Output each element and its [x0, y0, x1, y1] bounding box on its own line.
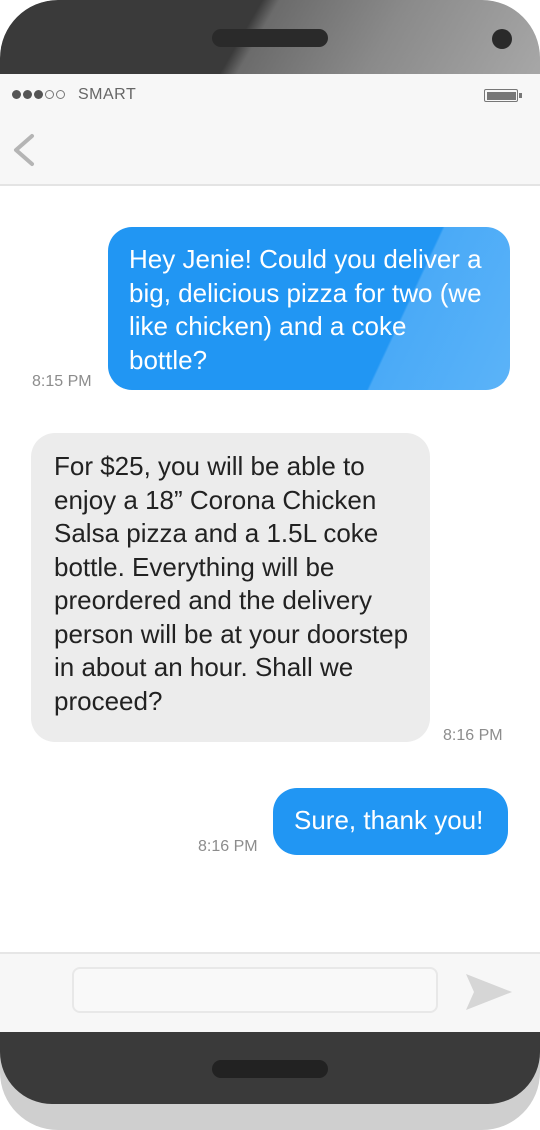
message-composer — [0, 952, 540, 1032]
chevron-left-icon[interactable] — [8, 130, 44, 170]
screen: SMART Hey Jenie! Could you deliver a big… — [0, 74, 540, 1032]
nav-bar — [0, 116, 540, 186]
front-camera — [492, 29, 512, 49]
top-bezel — [0, 0, 540, 74]
message-timestamp: 8:16 PM — [443, 727, 503, 744]
battery-icon — [484, 89, 522, 102]
carrier-name: SMART — [78, 86, 137, 103]
speaker-grille — [212, 29, 328, 47]
message-timestamp: 8:16 PM — [198, 838, 258, 855]
send-arrow-icon[interactable] — [462, 970, 514, 1014]
signal-strength-icon — [12, 90, 65, 99]
bottom-bezel — [0, 1032, 540, 1104]
home-button[interactable] — [212, 1060, 328, 1078]
message-text: For $25, you will be able to enjoy a 18”… — [54, 451, 409, 716]
message-text: Hey Jenie! Could you deliver a big, deli… — [129, 244, 482, 375]
message-bubble-outgoing: Hey Jenie! Could you deliver a big, deli… — [108, 227, 510, 390]
phone-frame: SMART Hey Jenie! Could you deliver a big… — [0, 0, 540, 1130]
status-bar: SMART — [0, 74, 540, 116]
message-bubble-outgoing: Sure, thank you! — [273, 788, 508, 855]
message-timestamp: 8:15 PM — [32, 373, 92, 390]
message-input[interactable] — [72, 967, 438, 1013]
message-text: Sure, thank you! — [294, 805, 484, 835]
message-bubble-incoming: For $25, you will be able to enjoy a 18”… — [31, 433, 430, 742]
